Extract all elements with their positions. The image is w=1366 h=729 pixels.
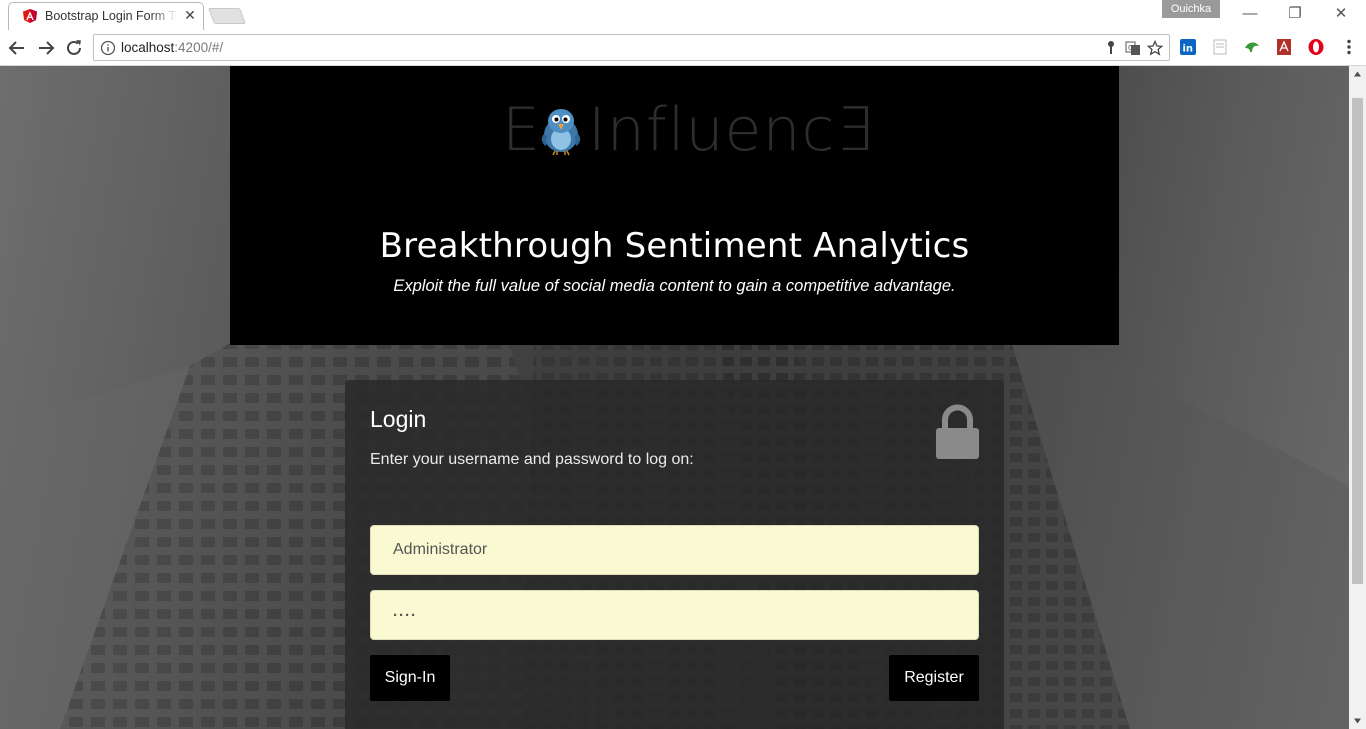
translate-icon[interactable]: G — [1125, 40, 1141, 56]
url-text: localhost:4200/#/ — [121, 40, 223, 55]
key-icon[interactable] — [1103, 40, 1119, 56]
hero-title: Breakthrough Sentiment Analytics — [379, 226, 970, 266]
svg-text:G: G — [1128, 44, 1133, 52]
tab-title: Bootstrap Login Form Te — [45, 9, 177, 23]
login-panel: Login Enter your username and password t… — [345, 380, 1004, 729]
scroll-up-icon[interactable] — [1353, 70, 1362, 79]
scroll-down-icon[interactable] — [1353, 716, 1362, 725]
restore-button[interactable]: ❐ — [1280, 4, 1310, 24]
logo-text-prefix: E — [502, 95, 541, 165]
page-scrollbar[interactable] — [1349, 66, 1366, 729]
hero-subtitle: Exploit the full value of social media c… — [393, 277, 956, 295]
lock-icon — [936, 404, 979, 459]
browser-toolbar: localhost:4200/#/ G in — [0, 30, 1366, 66]
register-button[interactable]: Register — [889, 655, 979, 701]
menu-icon[interactable] — [1340, 38, 1358, 56]
browser-tabstrip: Bootstrap Login Form Te ✕ Ouichka — ❐ ✕ — [0, 0, 1366, 30]
login-title: Login — [370, 406, 427, 432]
login-description: Enter your username and password to log … — [370, 451, 694, 468]
info-icon[interactable] — [100, 40, 116, 56]
profile-badge[interactable]: Ouichka — [1162, 0, 1220, 18]
sign-in-button[interactable]: Sign-In — [370, 655, 450, 701]
bird-logo-icon — [541, 109, 581, 156]
angular-icon — [23, 9, 37, 23]
pdf-icon[interactable] — [1275, 38, 1293, 56]
tab-close-icon[interactable]: ✕ — [183, 8, 197, 22]
username-input[interactable] — [370, 525, 979, 575]
address-bar[interactable]: localhost:4200/#/ G — [93, 34, 1170, 61]
back-icon[interactable] — [6, 37, 28, 59]
reader-icon[interactable] — [1211, 38, 1229, 56]
leaf-extension-icon[interactable] — [1243, 38, 1261, 56]
star-icon[interactable] — [1147, 40, 1163, 56]
url-host: localhost — [121, 40, 175, 55]
reload-icon[interactable] — [63, 37, 85, 59]
minimize-button[interactable]: — — [1235, 4, 1265, 24]
svg-text:in: in — [1183, 44, 1194, 55]
linkedin-icon[interactable]: in — [1179, 38, 1197, 56]
hero-banner: E Influenc∃ Breakthrough Sentiment Analy… — [230, 66, 1119, 345]
scroll-thumb[interactable] — [1352, 98, 1363, 584]
password-input[interactable] — [370, 590, 979, 640]
page-viewport: E Influenc∃ Breakthrough Sentiment Analy… — [0, 66, 1349, 729]
opera-icon[interactable] — [1307, 38, 1325, 56]
logo-text-suffix: Influenc∃ — [588, 95, 875, 165]
close-window-button[interactable]: ✕ — [1326, 4, 1356, 24]
brand-logo: E Influenc∃ — [502, 94, 873, 166]
new-tab-button[interactable] — [208, 8, 246, 24]
browser-tab-active[interactable]: Bootstrap Login Form Te ✕ — [8, 2, 204, 30]
url-path: :4200/#/ — [174, 40, 224, 55]
forward-icon[interactable] — [35, 37, 57, 59]
